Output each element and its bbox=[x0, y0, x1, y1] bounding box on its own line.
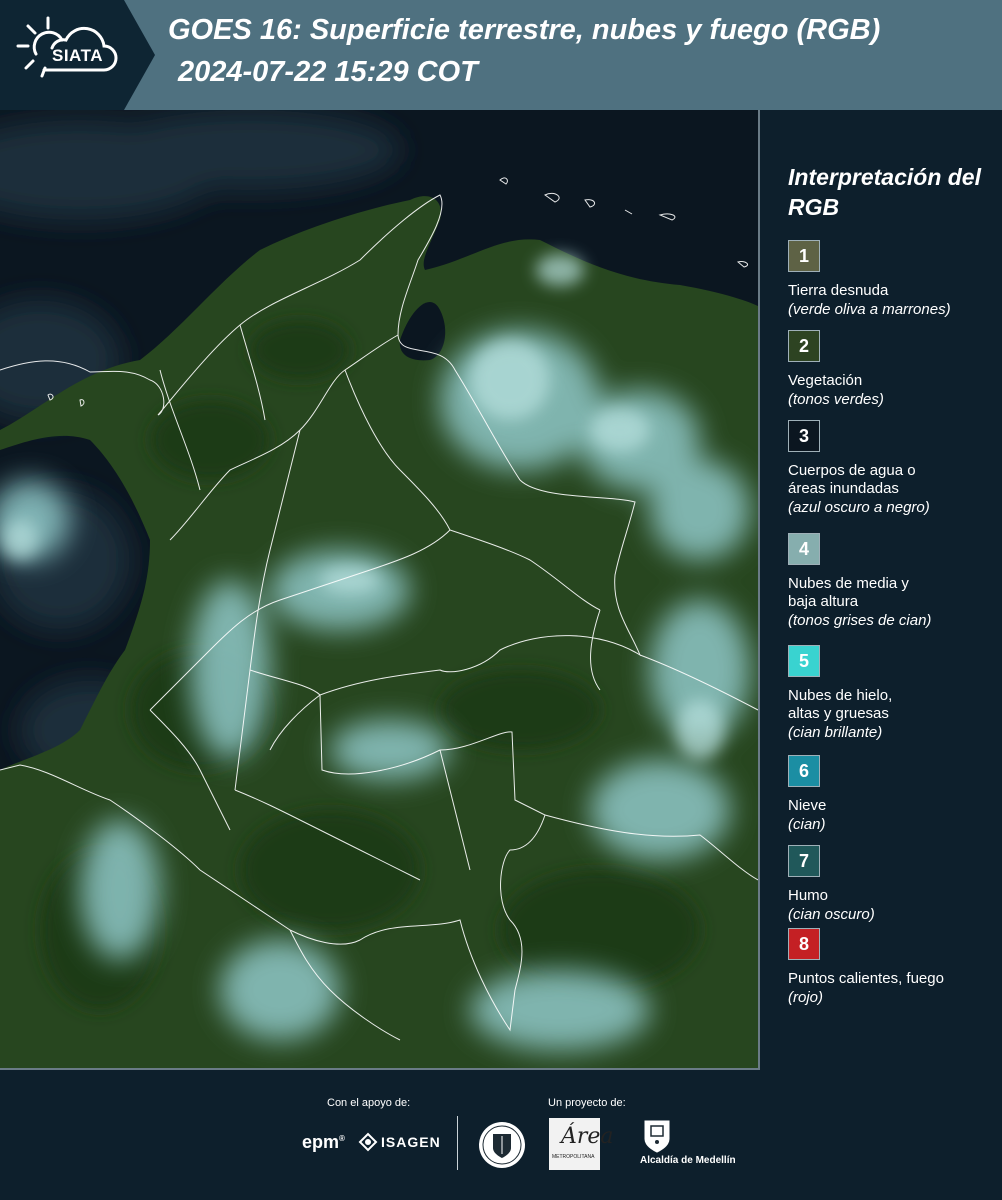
legend-sublabel: (verde oliva a marrones) bbox=[788, 301, 951, 318]
logo-text: SIATA bbox=[52, 46, 103, 65]
legend-title: Interpretación del RGB bbox=[788, 164, 981, 220]
legend-item: 6 Nieve (cian) bbox=[788, 755, 1002, 835]
legend-label: Vegetación bbox=[788, 372, 863, 389]
legend-sublabel: (rojo) bbox=[788, 989, 824, 1006]
medellin-shield-icon[interactable] bbox=[642, 1118, 672, 1154]
legend-item: 5 Nubes de hielo, altas y gruesas (cian br… bbox=[788, 645, 1002, 743]
legend-label: Nieve bbox=[788, 797, 827, 814]
legend-swatch: 1 bbox=[788, 240, 820, 272]
area-small-text: METROPOLITANA bbox=[552, 1154, 595, 1160]
legend-label: Nubes de hielo, altas y gruesas bbox=[788, 687, 893, 722]
legend-item: 2 Vegetación (tonos verdes) bbox=[788, 330, 1002, 410]
registered-mark: ® bbox=[339, 1134, 345, 1143]
project-label: Un proyecto de: bbox=[548, 1097, 626, 1109]
page-title: GOES 16: Superficie terrestre, nubes y f… bbox=[168, 14, 881, 46]
divider bbox=[457, 1116, 458, 1170]
alcaldia-text: Alcaldía de Medellín bbox=[640, 1155, 736, 1166]
legend-swatch: 7 bbox=[788, 845, 820, 877]
isagen-icon bbox=[358, 1132, 378, 1152]
legend-sublabel: (azul oscuro a negro) bbox=[788, 499, 930, 516]
legend-label: Puntos calientes, fuego bbox=[788, 970, 944, 987]
footer: Con el apoyo de: Un proyecto de: epm® IS… bbox=[0, 1070, 1002, 1200]
legend-swatch: 4 bbox=[788, 533, 820, 565]
legend-item: 3 Cuerpos de agua o áreas inundadas (azul … bbox=[788, 420, 1002, 518]
legend-item: 4 Nubes de media y baja altura (tonos gris… bbox=[788, 533, 1002, 631]
legend-sublabel: (cian) bbox=[788, 816, 826, 833]
legend-label: Tierra desnuda bbox=[788, 282, 889, 299]
legend-sublabel: (cian brillante) bbox=[788, 724, 883, 741]
epm-text: epm bbox=[302, 1132, 340, 1152]
legend-swatch: 3 bbox=[788, 420, 820, 452]
legend-swatch: 6 bbox=[788, 755, 820, 787]
satellite-image-svg bbox=[0, 110, 758, 1068]
legend-swatch: 5 bbox=[788, 645, 820, 677]
university-seal-icon[interactable] bbox=[477, 1120, 527, 1170]
isagen-logo[interactable]: ISAGEN bbox=[381, 1134, 441, 1150]
legend-swatch: 2 bbox=[788, 330, 820, 362]
legend-item: 8 Puntos calientes, fuego (rojo) bbox=[788, 928, 1002, 1008]
legend-panel: Interpretación del RGB 1 Tierra desnuda (v… bbox=[770, 110, 1002, 1068]
header-bar: SIATA GOES 16: Superficie terrestre, nub… bbox=[0, 0, 1002, 110]
legend-label: Cuerpos de agua o áreas inundadas bbox=[788, 462, 916, 497]
legend-item: 1 Tierra desnuda (verde oliva a marrones) bbox=[788, 240, 1002, 320]
legend-sublabel: (cian oscuro) bbox=[788, 906, 875, 923]
support-label: Con el apoyo de: bbox=[327, 1097, 411, 1109]
siata-logo[interactable]: SIATA bbox=[0, 0, 155, 110]
legend-swatch: 8 bbox=[788, 928, 820, 960]
area-mark: Área bbox=[561, 1124, 614, 1149]
legend-label: Nubes de media y baja altura bbox=[788, 575, 909, 610]
satellite-map[interactable] bbox=[0, 110, 760, 1070]
legend-label: Humo bbox=[788, 887, 829, 904]
legend-sublabel: (tonos verdes) bbox=[788, 391, 884, 408]
legend-sublabel: (tonos grises de cian) bbox=[788, 612, 932, 629]
timestamp: 2024-07-22 15:29 COT bbox=[178, 56, 478, 88]
epm-logo[interactable]: epm® bbox=[302, 1132, 345, 1153]
legend-item: 7 Humo (cian oscuro) bbox=[788, 845, 1002, 925]
area-metropolitana-logo[interactable]: Área METROPOLITANA bbox=[549, 1118, 614, 1170]
